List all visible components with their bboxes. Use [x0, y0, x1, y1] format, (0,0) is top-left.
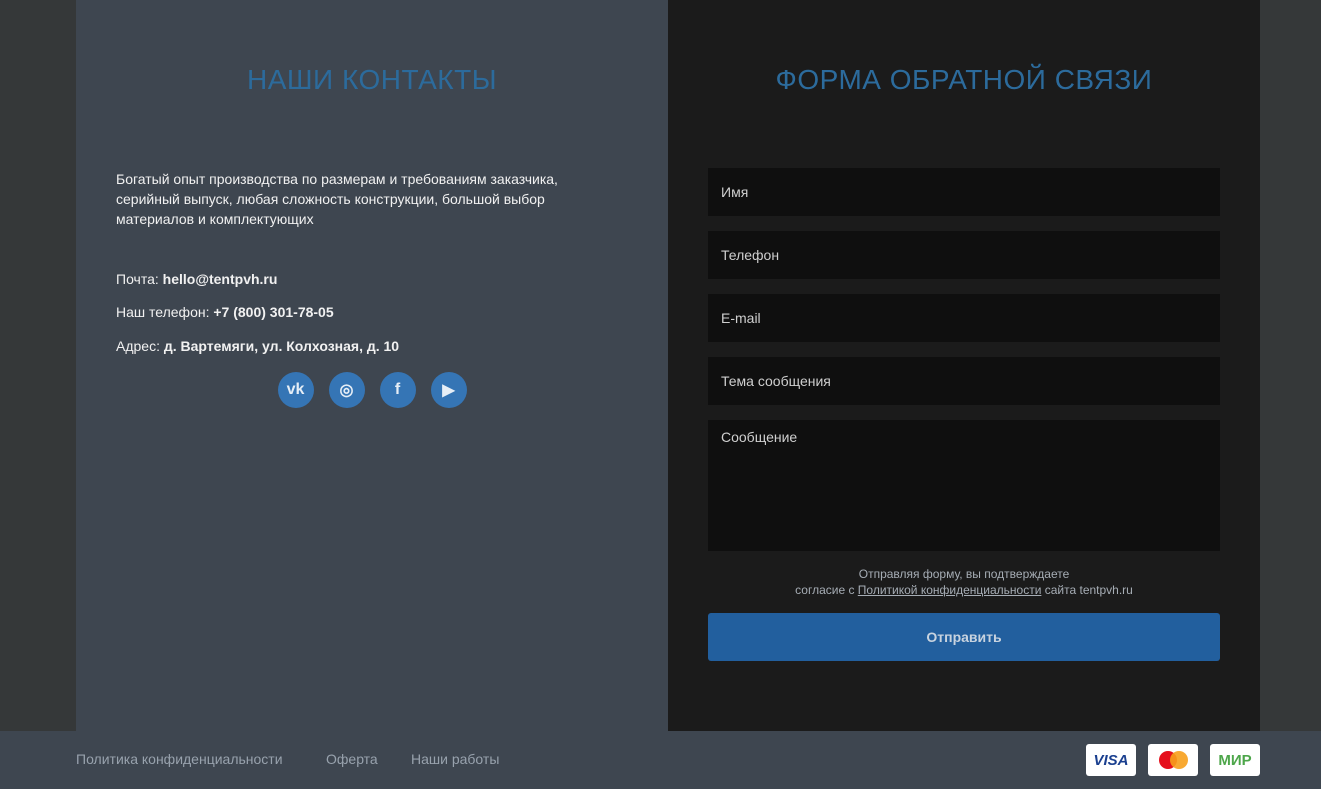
submit-button[interactable]: Отправить [708, 613, 1220, 661]
facebook-icon[interactable]: f [379, 372, 416, 408]
social-links: vk ◎ f ▶ [76, 372, 668, 408]
consent-line1: Отправляя форму, вы подтверждаете [858, 567, 1070, 581]
phone-input[interactable]: Телефон [708, 231, 1220, 279]
consent-text: Отправляя форму, вы подтверждаете соглас… [708, 566, 1220, 598]
contacts-section: НАШИ КОНТАКТЫ Богатый опыт производства … [76, 0, 668, 731]
instagram-icon[interactable]: ◎ [328, 372, 365, 408]
footer-link-offer[interactable]: Оферта [326, 751, 378, 767]
address-value: д. Вартемяги, ул. Колхозная, д. 10 [163, 338, 400, 354]
subject-input[interactable]: Тема сообщения [708, 357, 1220, 405]
contacts-description: Богатый опыт производства по размерам и … [116, 171, 558, 227]
email-input[interactable]: E-mail [708, 294, 1220, 342]
contacts-title: НАШИ КОНТАКТЫ [246, 64, 497, 95]
email-row: Почта: hello@tentpvh.ru [116, 271, 277, 287]
email-label: Почта: [116, 271, 159, 287]
phone-label: Наш телефон: [116, 304, 210, 320]
form-title: ФОРМА ОБРАТНОЙ СВЯЗИ [775, 64, 1153, 95]
footer: Политика конфиденциальности Оферта Наши … [0, 731, 1321, 789]
consent-post: сайта tentpvh.ru [1041, 583, 1133, 597]
privacy-policy-link[interactable]: Политикой конфиденциальности [858, 583, 1042, 597]
youtube-icon[interactable]: ▶ [430, 372, 467, 408]
consent-pre: согласие с [795, 583, 858, 597]
mir-icon: МИР [1210, 744, 1260, 776]
phone-link[interactable]: +7 (800) 301-78-05 [213, 304, 333, 320]
footer-link-works[interactable]: Наши работы [411, 751, 499, 767]
email-link[interactable]: hello@tentpvh.ru [163, 271, 278, 287]
feedback-form: ФОРМА ОБРАТНОЙ СВЯЗИ Имя Телефон E-mail … [668, 0, 1260, 731]
message-textarea[interactable]: Сообщение [708, 420, 1220, 551]
address-label: Адрес: [116, 338, 160, 354]
visa-icon: VISA [1086, 744, 1136, 776]
address-row: Адрес: д. Вартемяги, ул. Колхозная, д. 1… [116, 338, 399, 354]
phone-row: Наш телефон: +7 (800) 301-78-05 [116, 304, 334, 320]
name-input[interactable]: Имя [708, 168, 1220, 216]
mastercard-icon [1148, 744, 1198, 776]
footer-link-privacy[interactable]: Политика конфиденциальности [76, 751, 283, 767]
vk-icon[interactable]: vk [277, 372, 314, 408]
